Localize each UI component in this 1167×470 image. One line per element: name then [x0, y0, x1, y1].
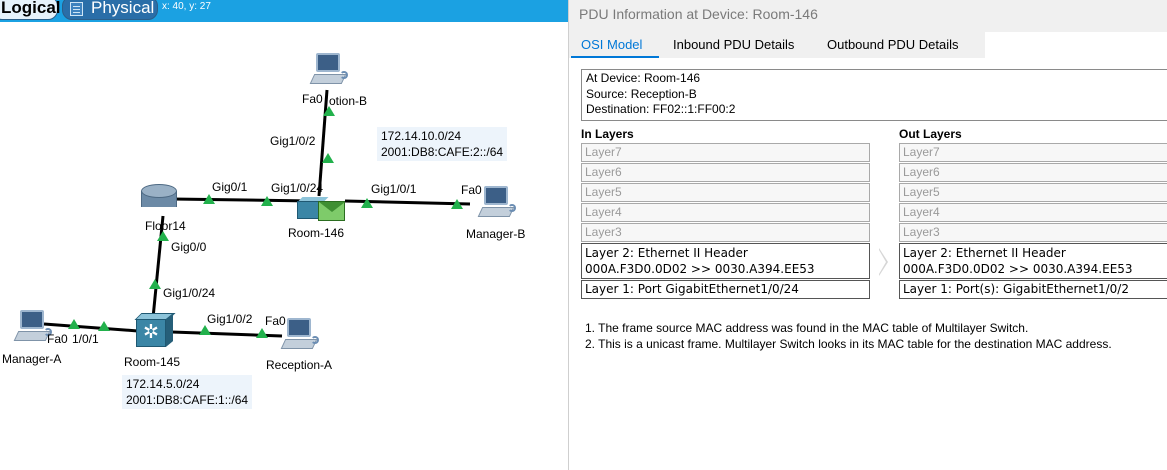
out-layers-heading: Out Layers	[899, 127, 962, 141]
device-label-reception-b: otion-B	[329, 94, 368, 108]
link-status-up	[68, 319, 80, 329]
out-layer-1[interactable]: Layer 1: Port(s): GigabitEthernet1/0/2	[899, 280, 1167, 299]
port-label: Gig1/0/1	[371, 182, 417, 196]
network-note-top[interactable]: 172.14.10.0/24 2001:DB8:CAFE:2::/64	[377, 127, 508, 161]
port-label: Fa0	[461, 183, 482, 197]
tab-osi-model[interactable]: OSI Model	[569, 32, 661, 58]
process-notes: 1. The frame source MAC address was foun…	[585, 320, 1112, 352]
pdu-tab-bar: OSI Model Inbound PDU Details Outbound P…	[569, 32, 1167, 58]
pdu-envelope-icon[interactable]	[318, 201, 345, 221]
in-layer-7[interactable]: Layer7	[581, 143, 870, 162]
port-label: Gig0/1	[212, 180, 248, 194]
device-label-manager-a: Manager-A	[2, 352, 62, 366]
port-label: Gig1/0/24	[271, 181, 324, 195]
destination-text: Destination: FF02::1:FF00:2	[586, 102, 736, 116]
pc-icon[interactable]	[280, 318, 319, 352]
in-layer-3[interactable]: Layer3	[581, 223, 870, 242]
network-ipv4: 172.14.10.0/24	[381, 129, 462, 143]
note-item: 2. This is a unicast frame. Multilayer S…	[585, 337, 1112, 351]
out-layer-6[interactable]: Layer6	[899, 163, 1167, 182]
device-label-router: Floor14	[145, 219, 186, 233]
out-layer-2[interactable]: Layer 2: Ethernet II Header 000A.F3D0.0D…	[899, 243, 1167, 279]
chevron-right-icon	[879, 248, 888, 276]
port-label: Gig1/0/24	[163, 286, 216, 300]
device-label-room145: Room-145	[124, 355, 181, 369]
layer-detail: 000A.F3D0.0D02 >> 0030.A394.EE53	[903, 262, 1133, 276]
port-label: Fa0	[47, 332, 68, 346]
in-layer-5[interactable]: Layer5	[581, 183, 870, 202]
at-device-text: At Device: Room-146	[586, 71, 701, 85]
port-label: Fa0	[302, 92, 323, 106]
out-layer-5[interactable]: Layer5	[899, 183, 1167, 202]
in-layer-1[interactable]: Layer 1: Port GigabitEthernet1/0/24	[581, 280, 870, 299]
in-layer-2[interactable]: Layer 2: Ethernet II Header 000A.F3D0.0D…	[581, 243, 870, 279]
in-layers-heading: In Layers	[581, 127, 634, 141]
tab-inbound-pdu-details[interactable]: Inbound PDU Details	[661, 32, 815, 58]
link-status-up	[98, 321, 110, 331]
layer-title: Layer 2: Ethernet II Header	[903, 246, 1066, 260]
device-info-box: At Device: Room-146 Source: Reception-B …	[581, 69, 1167, 121]
pdu-information-window: PDU Information at Device: Room-146 OSI …	[568, 0, 1167, 470]
in-layer-6[interactable]: Layer6	[581, 163, 870, 182]
router-icon[interactable]	[141, 184, 177, 214]
link-router-room146	[171, 197, 313, 203]
multilayer-switch-icon[interactable]: ✲	[134, 313, 176, 347]
port-label: 1/0/1	[72, 332, 99, 346]
out-layer-3[interactable]: Layer3	[899, 223, 1167, 242]
link-status-up	[199, 325, 211, 335]
port-label: Gig0/0	[171, 240, 207, 254]
pc-icon[interactable]	[309, 53, 348, 87]
logical-workspace[interactable]: Logical Physical x: 40, y: 27 ✲ otion-B …	[0, 0, 568, 470]
out-layer-7[interactable]: Layer7	[899, 143, 1167, 162]
network-ipv4: 172.14.5.0/24	[126, 377, 200, 391]
link-status-up	[149, 279, 161, 289]
pc-icon[interactable]	[477, 186, 516, 220]
link-status-up	[256, 328, 268, 338]
pc-icon[interactable]	[13, 310, 52, 344]
network-ipv6: 2001:DB8:CAFE:2::/64	[381, 145, 504, 159]
port-label: Gig1/0/2	[207, 312, 253, 326]
network-ipv6: 2001:DB8:CAFE:1::/64	[126, 393, 249, 407]
layer-title: Layer 2: Ethernet II Header	[585, 246, 748, 260]
tab-outbound-pdu-details[interactable]: Outbound PDU Details	[815, 32, 985, 58]
note-item: 1. The frame source MAC address was foun…	[585, 321, 1029, 335]
osi-model-pane: At Device: Room-146 Source: Reception-B …	[569, 58, 1167, 470]
in-layer-4[interactable]: Layer4	[581, 203, 870, 222]
port-label: Fa0	[265, 314, 286, 328]
link-status-up	[322, 153, 334, 163]
layer-detail: 000A.F3D0.0D02 >> 0030.A394.EE53	[585, 262, 815, 276]
device-label-manager-b: Manager-B	[466, 227, 526, 241]
port-label: Gig1/0/2	[270, 134, 316, 148]
device-label-reception-a: Reception-A	[266, 358, 333, 372]
window-title: PDU Information at Device: Room-146	[579, 6, 818, 22]
network-note-bottom[interactable]: 172.14.5.0/24 2001:DB8:CAFE:1::/64	[122, 375, 253, 409]
out-layer-4[interactable]: Layer4	[899, 203, 1167, 222]
link-room145-managera	[43, 322, 139, 333]
device-label-room146: Room-146	[288, 226, 345, 240]
source-text: Source: Reception-B	[586, 86, 697, 101]
